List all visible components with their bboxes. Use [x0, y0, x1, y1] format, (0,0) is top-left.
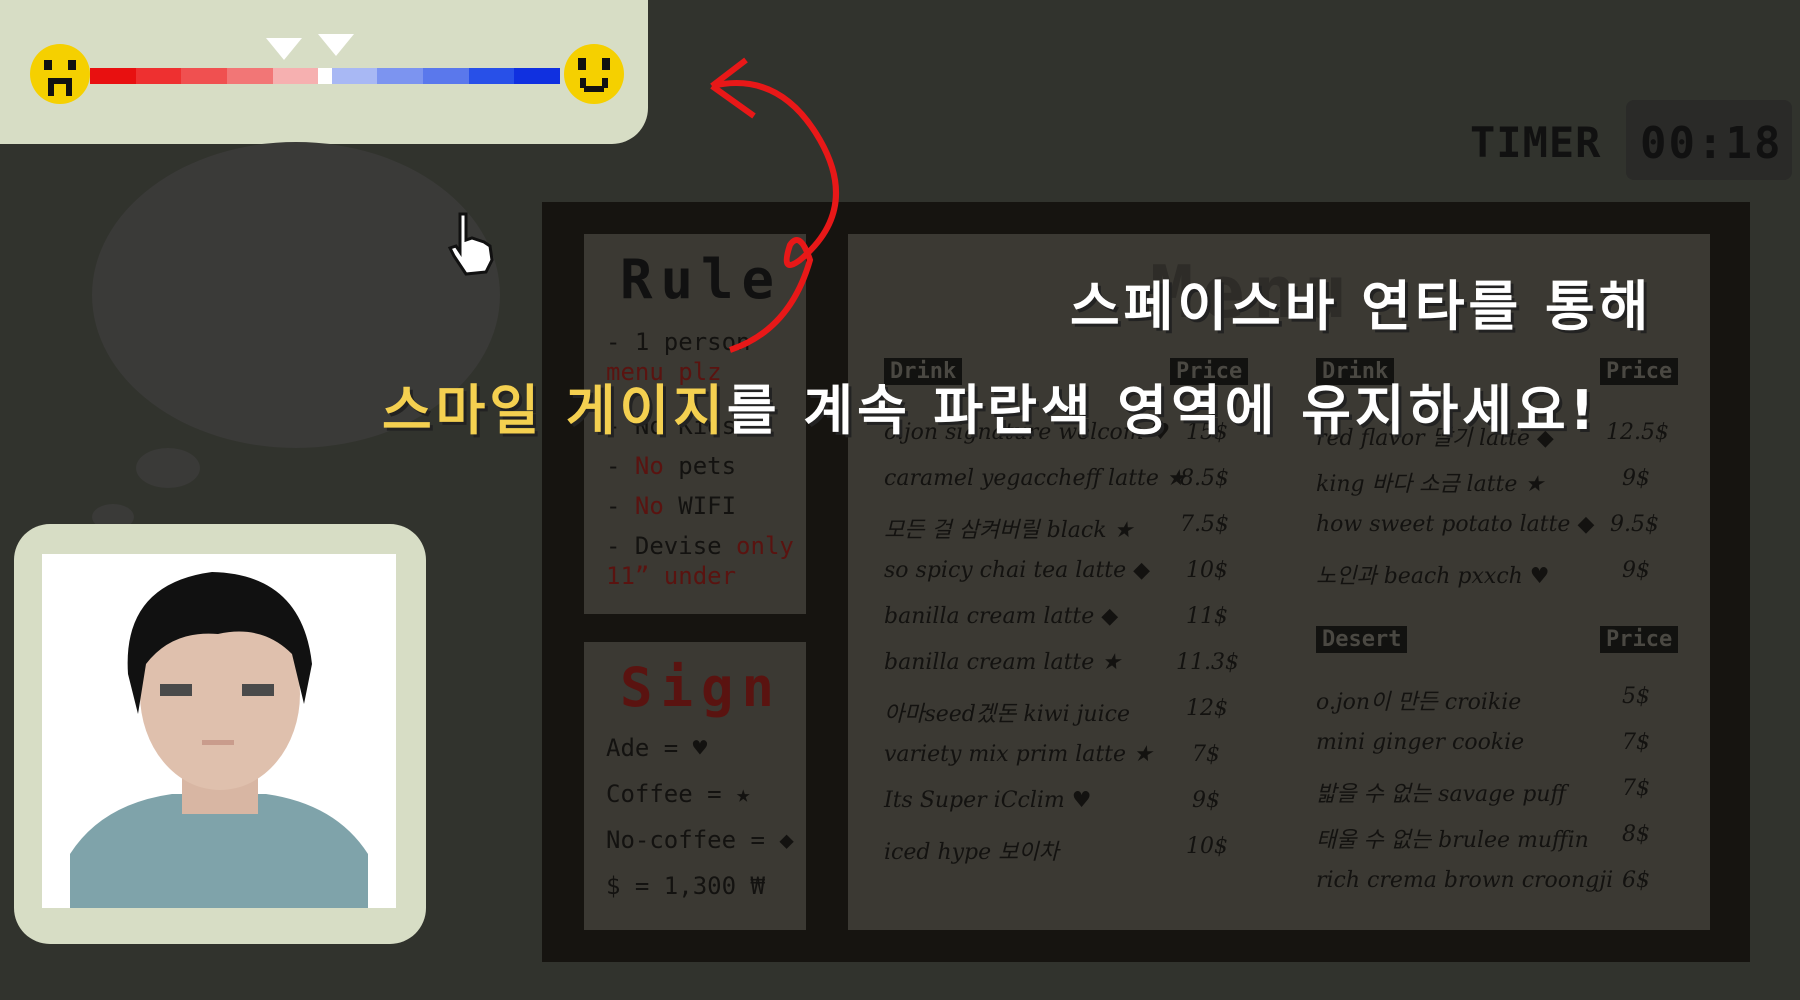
menu-item: caramel yegaccheff latte ★ — [884, 466, 1186, 491]
gauge-segment — [272, 68, 319, 84]
menu-price: 12.5$ — [1606, 420, 1669, 445]
sign-title: Sign — [620, 656, 783, 719]
menu-price: 9.5$ — [1610, 512, 1659, 537]
sign-line: Ade = ♥ — [606, 734, 708, 762]
timer-label: TIMER — [1470, 118, 1602, 167]
rule-line: - No WIFI — [606, 492, 737, 520]
sign-line: No-coffee = ◆ — [606, 826, 794, 854]
gauge-segment — [468, 68, 515, 84]
menu-price: 12$ — [1186, 696, 1228, 721]
customer-portrait — [42, 554, 396, 908]
rule-line: 11” under — [606, 562, 737, 590]
menu-item: 밟을 수 없는 savage puff — [1316, 782, 1567, 807]
menu-price: 7$ — [1622, 776, 1650, 801]
gauge-segment — [423, 68, 469, 84]
menu-price: 10$ — [1186, 834, 1228, 859]
menu-item: 아마seed겠돈 kiwi juice — [884, 702, 1130, 727]
menu-price: 10$ — [1186, 558, 1228, 583]
menu-price: 11.3$ — [1176, 650, 1239, 675]
price-header: Price — [1600, 358, 1679, 385]
menu-item: how sweet potato latte ◆ — [1316, 512, 1595, 537]
desert-header: Desert — [1316, 626, 1408, 653]
gauge-segment — [135, 68, 182, 84]
gauge-segment — [377, 68, 424, 84]
menu-item: so spicy chai tea latte ◆ — [884, 558, 1151, 583]
menu-item: 노인과 beach pxxch ♥ — [1316, 564, 1550, 589]
sign-line: Coffee = ★ — [606, 780, 751, 808]
rule-line: - Devise only — [606, 532, 794, 560]
menu-item: king 바다 소금 latte ★ — [1316, 472, 1545, 497]
timer-value: 00:18 — [1640, 118, 1783, 169]
menu-price: 8.5$ — [1180, 466, 1229, 491]
menu-item: o.jon이 만든 croikie — [1316, 690, 1522, 715]
gauge-marker-icon — [266, 38, 302, 60]
menu-item: 태울 수 없는 brulee muffin — [1316, 828, 1589, 853]
gauge-segment — [226, 68, 273, 84]
menu-price: 8$ — [1622, 822, 1650, 847]
menu-item: variety mix prim latte ★ — [884, 742, 1153, 767]
menu-price: 7.5$ — [1180, 512, 1229, 537]
smile-gauge-bar — [90, 68, 560, 84]
gauge-marker-icon — [318, 34, 354, 56]
sad-face-icon — [30, 44, 90, 104]
menu-price: 11$ — [1186, 604, 1228, 629]
gauge-segment — [318, 68, 332, 84]
menu-item: mini ginger cookie — [1316, 730, 1525, 755]
menu-item: banilla cream latte ◆ — [884, 604, 1119, 629]
instruction-line-1: 스페이스바 연타를 통해 — [1070, 275, 1653, 338]
sign-line: $ = 1,300 ₩ — [606, 872, 765, 900]
menu-price: 9$ — [1622, 558, 1650, 583]
gauge-segment — [90, 68, 136, 84]
happy-face-icon — [564, 44, 624, 104]
menu-price: 7$ — [1622, 730, 1650, 755]
menu-price: 6$ — [1622, 868, 1650, 893]
menu-item: Its Super iCclim ♥ — [884, 788, 1092, 813]
menu-item: banilla cream latte ★ — [884, 650, 1121, 675]
curved-arrow-icon — [700, 30, 860, 364]
menu-item: 모든 걸 삼켜버릴 black ★ — [884, 518, 1134, 543]
menu-price: 9$ — [1192, 788, 1220, 813]
rule-line: - No pets — [606, 452, 737, 480]
menu-item: rich crema brown croongji — [1316, 868, 1614, 893]
menu-item: iced hype 보이차 — [884, 840, 1059, 865]
gauge-segment — [331, 68, 378, 84]
hand-cursor-icon — [446, 210, 504, 284]
thought-bubble-dot — [136, 448, 200, 488]
gauge-segment — [181, 68, 227, 84]
menu-price: 7$ — [1192, 742, 1220, 767]
gauge-segment — [514, 68, 560, 84]
menu-price: 9$ — [1622, 466, 1650, 491]
menu-price: 5$ — [1622, 684, 1650, 709]
instruction-line-2: 스마일 게이지를 계속 파란색 영역에 유지하세요! — [382, 379, 1599, 442]
price-header: Price — [1600, 626, 1679, 653]
